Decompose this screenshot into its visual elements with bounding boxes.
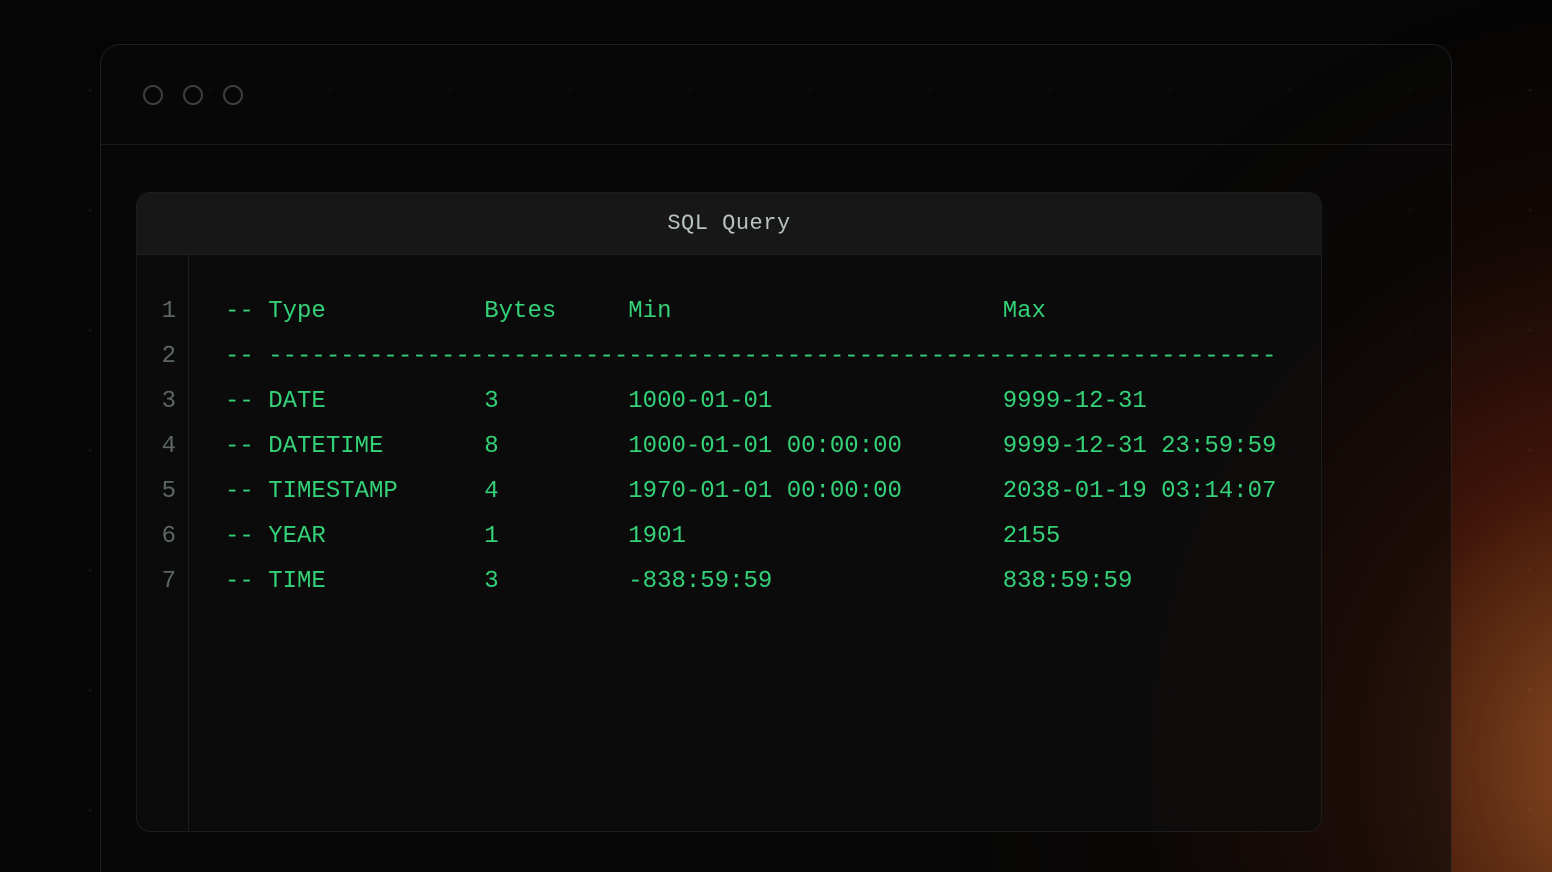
code-data-row: -- DATE 3 1000-01-01 9999-12-31: [225, 379, 1276, 424]
window-minimize-icon[interactable]: [183, 85, 203, 105]
code-data-row: -- YEAR 1 1901 2155: [225, 514, 1276, 559]
editor-tab[interactable]: SQL Query: [137, 193, 1321, 255]
editor-tab-label: SQL Query: [667, 211, 790, 236]
window-close-icon[interactable]: [143, 85, 163, 105]
window-titlebar: [101, 45, 1451, 145]
line-number: 7: [137, 559, 176, 604]
line-number: 4: [137, 424, 176, 469]
line-number: 2: [137, 334, 176, 379]
line-number: 1: [137, 289, 176, 334]
code-data-row: -- TIMESTAMP 4 1970-01-01 00:00:00 2038-…: [225, 469, 1276, 514]
code-divider-row: -- -------------------------------------…: [225, 334, 1276, 379]
code-content: -- Type Bytes Min Max-- ----------------…: [189, 255, 1276, 831]
line-number: 3: [137, 379, 176, 424]
code-data-row: -- TIME 3 -838:59:59 838:59:59: [225, 559, 1276, 604]
code-editor[interactable]: 1234567 -- Type Bytes Min Max-- --------…: [137, 255, 1321, 831]
code-data-row: -- DATETIME 8 1000-01-01 00:00:00 9999-1…: [225, 424, 1276, 469]
window-maximize-icon[interactable]: [223, 85, 243, 105]
line-number: 6: [137, 514, 176, 559]
line-number: 5: [137, 469, 176, 514]
line-number-gutter: 1234567: [137, 255, 189, 831]
sql-editor-panel: SQL Query 1234567 -- Type Bytes Min Max-…: [136, 192, 1322, 832]
code-header-row: -- Type Bytes Min Max: [225, 289, 1276, 334]
